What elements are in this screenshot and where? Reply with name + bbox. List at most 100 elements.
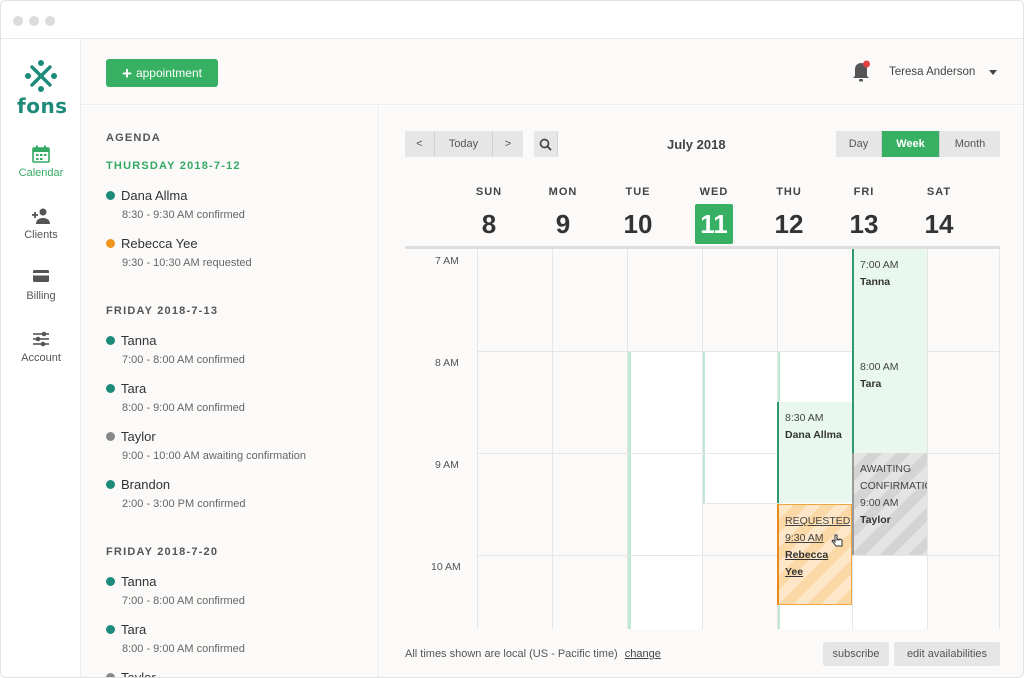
fons-logo[interactable]: fons [17, 59, 67, 118]
week-grid[interactable]: 7 AM 8 AM 9 AM 10 AM 8:30 AM Dana Allma … [405, 249, 1000, 629]
day-number-today: 11 [695, 204, 733, 244]
search-button[interactable] [534, 131, 558, 157]
view-switcher: Day Week Month [836, 131, 1000, 157]
agenda-item[interactable]: Rebecca Yee 9:30 - 10:30 AM requested [106, 236, 376, 269]
view-day-button[interactable]: Day [836, 131, 882, 157]
day-header-thu[interactable]: THU 12 [752, 186, 826, 244]
availability-marker [628, 351, 631, 629]
event-client-name: Rebecca Yee [785, 549, 829, 578]
sliders-icon [1, 330, 81, 348]
day-header-sat[interactable]: SAT 14 [902, 186, 976, 244]
user-menu-chevron-down-icon[interactable] [989, 70, 997, 75]
availability-block[interactable] [628, 351, 702, 629]
event-tara[interactable]: 8:00 AM Tara [852, 351, 927, 453]
nav-item-billing[interactable]: Billing [1, 268, 81, 302]
agenda-item[interactable]: Tanna 7:00 - 8:00 AM confirmed [106, 333, 376, 366]
day-column-line [999, 249, 1000, 629]
day-header-wed[interactable]: WED 11 [677, 186, 751, 244]
nav-item-calendar[interactable]: Calendar [1, 145, 81, 179]
edit-availabilities-button[interactable]: edit availabilities [894, 642, 1000, 666]
day-column-line [927, 249, 928, 629]
view-week-button[interactable]: Week [882, 131, 940, 157]
fons-logo-icon [25, 60, 57, 92]
add-appointment-button[interactable]: + appointment [106, 59, 218, 87]
agenda-item-name: Tara [121, 381, 147, 396]
agenda-item-detail: 8:00 - 9:00 AM confirmed [122, 643, 245, 655]
timezone-text: All times shown are local (US - Pacific … [405, 648, 618, 660]
day-of-week: TUE [625, 186, 651, 198]
calendar-panel: < Today > July 2018 Day Week Month SUN 8 … [380, 106, 1023, 677]
nav-label-clients: Clients [24, 229, 58, 241]
nav-label-billing: Billing [26, 290, 56, 302]
event-time: 9:00 AM [860, 497, 899, 509]
day-number: 12 [774, 209, 804, 239]
subscribe-button[interactable]: subscribe [823, 642, 889, 666]
status-dot [106, 480, 115, 489]
event-tanna[interactable]: 7:00 AM Tanna [852, 249, 927, 351]
time-label: 7 AM [435, 255, 459, 267]
prev-week-button[interactable]: < [405, 131, 435, 157]
nav-rail: fons Calendar Clients Billing Account [1, 39, 81, 677]
timezone-note: All times shown are local (US - Pacific … [405, 648, 661, 660]
agenda-item[interactable]: Taylor 9:00 - 10:00 AM awaiting confirma… [106, 429, 376, 462]
agenda-item-name: Brandon [121, 477, 171, 492]
month-label: July 2018 [667, 137, 726, 152]
status-dot [106, 336, 115, 345]
event-dana-allma[interactable]: 8:30 AM Dana Allma [777, 402, 852, 503]
user-name[interactable]: Teresa Anderson [889, 66, 975, 78]
event-client-name: Taylor [860, 514, 891, 526]
window-titlebar [1, 1, 1023, 39]
calendar-icon [1, 145, 81, 163]
event-time: 8:00 AM [860, 361, 899, 373]
window-maximize-dot[interactable] [45, 16, 55, 26]
day-of-week: MON [548, 186, 578, 198]
day-header-sun[interactable]: SUN 8 [452, 186, 526, 244]
status-dot [106, 384, 115, 393]
agenda-item[interactable]: Tara 8:00 - 9:00 AM confirmed [106, 381, 376, 414]
agenda-item-detail: 2:00 - 3:00 PM confirmed [122, 498, 246, 510]
notification-dot [863, 60, 870, 68]
event-status: REQUESTED [785, 515, 851, 527]
change-timezone-link[interactable]: change [625, 648, 661, 660]
window-close-dot[interactable] [13, 16, 23, 26]
day-number: 10 [623, 209, 653, 239]
agenda-item-detail: 9:00 - 10:00 AM awaiting confirmation [122, 450, 307, 462]
agenda-item[interactable]: Tanna 7:00 - 8:00 AM confirmed [106, 574, 376, 607]
notifications-bell-icon[interactable] [851, 60, 871, 82]
agenda-item[interactable]: Tara 8:00 - 9:00 AM confirmed [106, 622, 376, 655]
agenda-item[interactable]: Brandon 2:00 - 3:00 PM confirmed [106, 477, 376, 510]
nav-item-clients[interactable]: Clients [1, 207, 81, 241]
nav-item-account[interactable]: Account [1, 330, 81, 364]
availability-block[interactable] [702, 351, 777, 503]
event-taylor[interactable]: AWAITING CONFIRMATION 9:00 AM Taylor [852, 453, 927, 555]
day-of-week: THU [776, 186, 802, 198]
view-month-button[interactable]: Month [940, 131, 1000, 157]
day-header-fri[interactable]: FRI 13 [827, 186, 901, 244]
day-column-line [702, 249, 703, 629]
status-dot [106, 577, 115, 586]
event-client-name: Dana Allma [785, 429, 842, 441]
half-hour-line [702, 503, 777, 504]
agenda-item[interactable]: Dana Allma 8:30 - 9:30 AM confirmed [106, 188, 376, 221]
availability-block[interactable] [852, 555, 927, 629]
time-label: 10 AM [431, 561, 461, 573]
window-minimize-dot[interactable] [29, 16, 39, 26]
agenda-item-name: Rebecca Yee [121, 236, 198, 251]
agenda-date: FRIDAY 2018-7-20 [106, 546, 219, 558]
agenda-item-detail: 7:00 - 8:00 AM confirmed [122, 595, 245, 607]
event-client-name: Tara [860, 378, 882, 390]
agenda-item-name: Tanna [121, 333, 157, 348]
day-header-mon[interactable]: MON 9 [526, 186, 600, 244]
day-column-line [627, 249, 628, 629]
day-of-week: SUN [475, 186, 503, 198]
next-week-button[interactable]: > [493, 131, 523, 157]
agenda-date: FRIDAY 2018-7-13 [106, 305, 219, 317]
agenda-item-detail: 8:00 - 9:00 AM confirmed [122, 402, 245, 414]
day-column-line [552, 249, 553, 629]
agenda-item[interactable]: Taylor [106, 670, 376, 677]
today-button[interactable]: Today [435, 131, 493, 157]
event-client-name: Tanna [860, 276, 891, 288]
event-rebecca-yee[interactable]: REQUESTED 9:30 AM Rebecca Yee [777, 504, 852, 605]
search-icon [539, 138, 552, 151]
day-header-tue[interactable]: TUE 10 [601, 186, 675, 244]
